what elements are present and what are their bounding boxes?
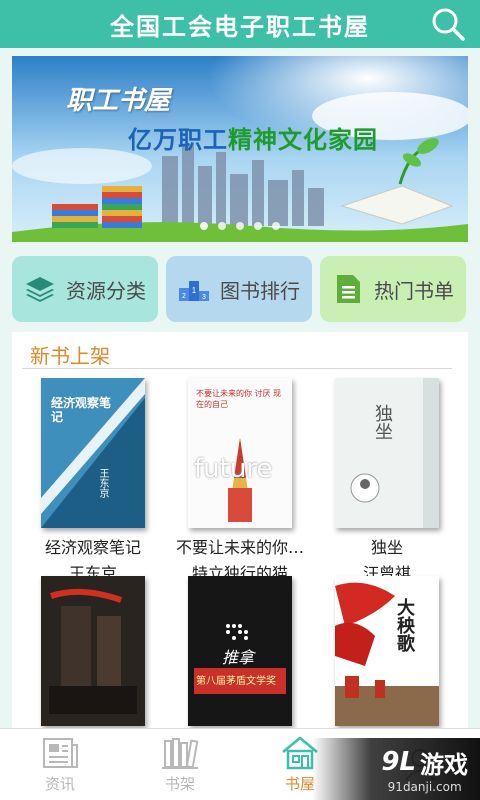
banner-dot[interactable] bbox=[272, 222, 280, 230]
watermark-box: 9L 游戏 91danji.com bbox=[381, 745, 468, 794]
book-cover[interactable] bbox=[41, 576, 145, 726]
nav-label-bookshelf: 书架 bbox=[164, 775, 195, 793]
banner-slogan: 亿万职工精神文化家园 bbox=[128, 120, 378, 155]
cover-title: 经济观察笔记 bbox=[51, 396, 112, 424]
podium-icon: 1 2 3 bbox=[179, 281, 209, 301]
watermark: 9L 游戏 91danji.com bbox=[312, 738, 480, 800]
book-cover[interactable]: 不要让未来的你 讨厌 现在的自己 future bbox=[188, 378, 292, 528]
cover-word: future bbox=[194, 454, 273, 484]
book-cover[interactable]: 推拿 第八届茅盾文学奖 bbox=[188, 576, 292, 726]
banner-slogan-blue: 亿万职工 bbox=[128, 126, 228, 154]
svg-text:3: 3 bbox=[202, 294, 206, 301]
book-cover[interactable]: 大秧歌 bbox=[335, 576, 439, 726]
banner-dot[interactable] bbox=[254, 222, 262, 230]
news-icon bbox=[43, 738, 78, 768]
svg-text:1: 1 bbox=[192, 286, 197, 295]
book-item[interactable]: 独坐 独坐 汪曾祺 bbox=[312, 378, 462, 584]
banner-pagination bbox=[12, 222, 468, 230]
book-item[interactable]: 经济观察笔记 王东京 经济观察笔记 王东京 bbox=[18, 378, 168, 584]
banner-dot[interactable] bbox=[236, 222, 244, 230]
book-item[interactable] bbox=[18, 576, 168, 732]
cover-award: 第八届茅盾文学奖 bbox=[196, 676, 276, 687]
cover-art bbox=[41, 576, 145, 726]
nav-label-news: 资讯 bbox=[44, 775, 75, 793]
banner-dot[interactable] bbox=[218, 222, 226, 230]
watermark-logo: 9L bbox=[381, 747, 416, 777]
cover-author: 王东京 bbox=[97, 468, 108, 498]
book-cover[interactable]: 独坐 bbox=[335, 378, 439, 528]
book-title: 独坐 bbox=[370, 538, 403, 557]
banner-dot[interactable] bbox=[200, 222, 208, 230]
watermark-main: 9L 游戏 bbox=[381, 745, 468, 780]
book-cover[interactable]: 经济观察笔记 王东京 bbox=[41, 378, 145, 528]
hot-booklist-label: 热门书单 bbox=[374, 278, 454, 303]
nav-item-news[interactable]: 资讯 bbox=[0, 729, 120, 800]
app-title: 全国工会电子职工书屋 bbox=[110, 11, 370, 41]
hot-booklist-button[interactable]: 热门书单 bbox=[320, 256, 466, 322]
resource-category-button[interactable]: 资源分类 bbox=[12, 256, 158, 322]
book-item[interactable]: 推拿 第八届茅盾文学奖 bbox=[165, 576, 315, 732]
cover-title: 大秧歌 bbox=[394, 598, 415, 652]
bookshelf-icon bbox=[162, 738, 199, 769]
book-item[interactable]: 大秧歌 bbox=[312, 576, 462, 732]
cover-title: 不要让未来的你 讨厌 现在的自己 bbox=[196, 389, 282, 409]
promo-banner[interactable]: 职工书屋 亿万职工精神文化家园 bbox=[12, 56, 468, 242]
book-ranking-button[interactable]: 1 2 3 图书排行 bbox=[166, 256, 312, 322]
section-title: 新书上架 bbox=[30, 344, 110, 368]
cover-title: 推拿 bbox=[222, 648, 255, 667]
svg-text:2: 2 bbox=[182, 293, 186, 300]
banner-headline: 职工书屋 bbox=[66, 86, 171, 116]
cover-art bbox=[335, 576, 439, 726]
book-ranking-label: 图书排行 bbox=[220, 278, 300, 303]
new-books-section: 新书上架 经济观察笔记 王东京 经济观察笔记 王东京 不要让未来的你 讨厌 现在… bbox=[12, 332, 468, 732]
nav-label-bookhouse: 书屋 bbox=[284, 775, 315, 793]
resource-category-label: 资源分类 bbox=[66, 278, 146, 303]
layers-icon bbox=[26, 277, 54, 302]
book-item[interactable]: 不要让未来的你 讨厌 现在的自己 future 不要让未来的你… 特立独行的猫 bbox=[165, 378, 315, 584]
cover-art bbox=[335, 378, 439, 528]
nav-item-bookshelf[interactable]: 书架 bbox=[120, 729, 240, 800]
book-title: 不要让未来的你… bbox=[175, 538, 304, 557]
book-title: 经济观察笔记 bbox=[44, 538, 141, 557]
watermark-url: 91danji.com bbox=[387, 779, 462, 794]
document-icon bbox=[337, 275, 360, 303]
banner-slogan-green: 精神文化家园 bbox=[228, 126, 378, 154]
search-icon[interactable] bbox=[430, 6, 466, 42]
app-header: 全国工会电子职工书屋 bbox=[0, 0, 480, 48]
watermark-text: 游戏 bbox=[420, 750, 468, 779]
section-divider bbox=[22, 368, 452, 369]
cover-title: 独坐 bbox=[372, 404, 393, 440]
